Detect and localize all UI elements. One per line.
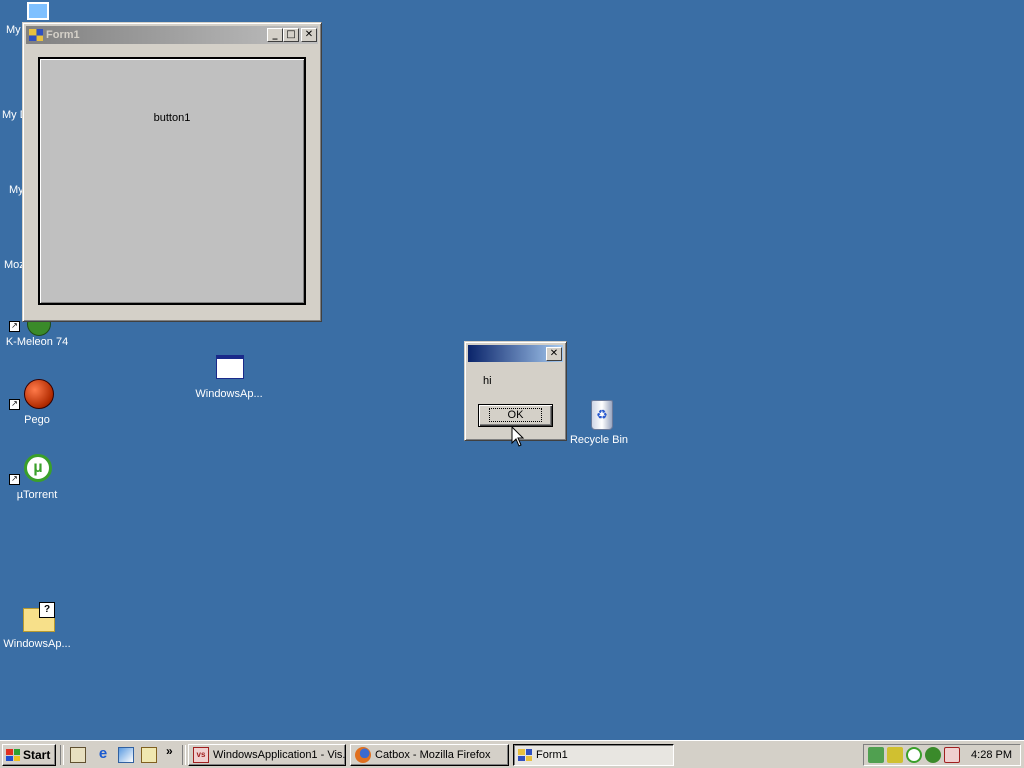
security-tray-icon[interactable] bbox=[887, 747, 903, 763]
desktop-icon-windowsapp[interactable]: WindowsAp... bbox=[193, 352, 265, 400]
desktop-icon-label: Recycle Bin bbox=[569, 434, 629, 446]
system-tray: 4:28 PM bbox=[863, 744, 1021, 766]
task-label: Catbox - Mozilla Firefox bbox=[375, 749, 491, 761]
shortcut-arrow-icon: ↗ bbox=[9, 474, 20, 485]
form1-titlebar[interactable]: Form1 _ □ ✕ bbox=[26, 26, 318, 44]
search-icon[interactable] bbox=[141, 747, 157, 763]
task-label: Form1 bbox=[536, 749, 568, 761]
minimize-button[interactable]: _ bbox=[267, 28, 283, 42]
computer-icon bbox=[27, 2, 49, 20]
shortcut-arrow-icon: ↗ bbox=[9, 399, 20, 410]
desktop-icon-utorrent[interactable]: µ ↗ µTorrent bbox=[1, 453, 73, 501]
ok-button-label: OK bbox=[488, 408, 543, 422]
task-firefox[interactable]: Catbox - Mozilla Firefox bbox=[350, 744, 509, 766]
taskbar-separator bbox=[60, 745, 64, 765]
task-form1[interactable]: Form1 bbox=[513, 744, 674, 766]
close-button[interactable]: ✕ bbox=[301, 28, 317, 42]
pego-icon: ↗ bbox=[9, 378, 54, 410]
desktop-icon-recycle-bin[interactable]: ♻ Recycle Bin bbox=[563, 398, 635, 446]
taskbar-separator bbox=[182, 745, 186, 765]
maximize-button[interactable]: □ bbox=[283, 28, 299, 42]
visual-studio-icon: vs bbox=[193, 747, 209, 763]
clock[interactable]: 4:28 PM bbox=[971, 749, 1012, 761]
shortcut-arrow-icon: ↗ bbox=[9, 321, 20, 332]
mouse-cursor-icon bbox=[511, 426, 525, 447]
form1-window[interactable]: Form1 _ □ ✕ button1 bbox=[22, 22, 322, 322]
folder-icon: ? bbox=[21, 602, 55, 634]
taskbar: Start e » vs WindowsApplication1 - Vis..… bbox=[0, 740, 1024, 768]
k-meleon-tray-icon[interactable] bbox=[925, 747, 941, 763]
network-tray-icon[interactable] bbox=[868, 747, 884, 763]
form-icon bbox=[518, 749, 532, 761]
close-button[interactable]: ✕ bbox=[546, 346, 562, 361]
desktop-icon-label: µTorrent bbox=[16, 489, 58, 501]
desktop-icon-label: WindowsAp... bbox=[3, 638, 71, 650]
outlook-express-icon[interactable] bbox=[118, 747, 134, 763]
ok-button[interactable]: OK bbox=[478, 404, 553, 427]
recycle-bin-icon: ♻ bbox=[583, 398, 615, 430]
task-label: WindowsApplication1 - Vis... bbox=[213, 749, 346, 761]
message-box-titlebar[interactable]: ✕ bbox=[468, 345, 563, 362]
visual-studio-tray-icon[interactable] bbox=[944, 747, 960, 763]
start-label: Start bbox=[23, 748, 51, 762]
application-window-icon bbox=[213, 352, 245, 384]
utorrent-icon: µ ↗ bbox=[9, 453, 53, 485]
utorrent-tray-icon[interactable] bbox=[906, 747, 922, 763]
firefox-icon bbox=[355, 747, 371, 763]
form-icon bbox=[29, 29, 43, 41]
task-visual-studio[interactable]: vs WindowsApplication1 - Vis... bbox=[188, 744, 346, 766]
desktop-icon-label: WindowsAp... bbox=[195, 388, 263, 400]
desktop-icon-label: Pego bbox=[24, 414, 50, 426]
desktop-icon-pego[interactable]: ↗ Pego bbox=[1, 378, 73, 426]
desktop-icon-label: K-Meleon 74 bbox=[5, 336, 69, 348]
start-button[interactable]: Start bbox=[2, 744, 56, 766]
windows-logo-icon bbox=[6, 749, 20, 761]
button1[interactable]: button1 bbox=[38, 57, 306, 305]
show-desktop-icon[interactable] bbox=[70, 747, 86, 763]
desktop-icon-windowsapp-folder[interactable]: ? WindowsAp... bbox=[1, 602, 73, 650]
quick-launch-chevron[interactable]: » bbox=[166, 744, 173, 758]
message-text: hi bbox=[483, 375, 492, 387]
button1-label: button1 bbox=[153, 112, 191, 124]
internet-explorer-icon[interactable]: e bbox=[95, 746, 111, 762]
form1-title: Form1 bbox=[46, 29, 80, 41]
